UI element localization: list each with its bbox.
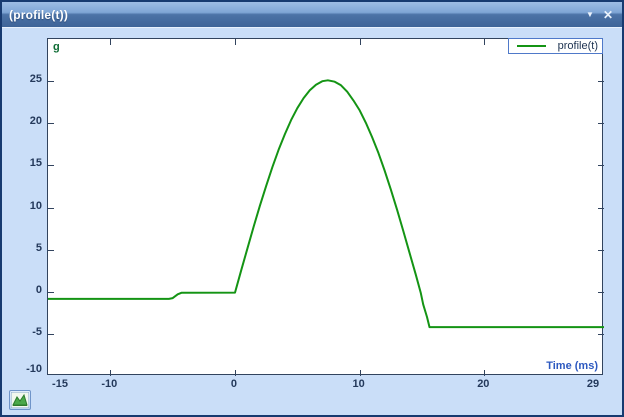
y-tick-label: 15 bbox=[4, 157, 42, 169]
x-tick-label: 0 bbox=[231, 378, 237, 390]
chart-thumbnail-glyph bbox=[11, 392, 29, 408]
profile-curve bbox=[48, 80, 604, 327]
y-tick-label: -5 bbox=[4, 326, 42, 338]
x-tick-label: -15 bbox=[52, 378, 68, 390]
y-tick-label: 0 bbox=[4, 284, 42, 296]
legend: profile(t) bbox=[508, 38, 603, 54]
x-tick-label: -10 bbox=[101, 378, 117, 390]
plot-window: (profile(t)) ▼ ✕ g Time (ms) profile(t) … bbox=[0, 0, 624, 417]
x-axis-label: Time (ms) bbox=[546, 360, 598, 372]
titlebar-controls: ▼ ✕ bbox=[586, 9, 622, 21]
plot-content: g Time (ms) profile(t) -10 -5 0 5 10 15 20 25 -… bbox=[2, 28, 622, 415]
y-tick-label: 10 bbox=[4, 200, 42, 212]
plot-area[interactable]: g Time (ms) profile(t) bbox=[47, 38, 603, 375]
window-titlebar[interactable]: (profile(t)) ▼ ✕ bbox=[2, 2, 622, 28]
close-icon[interactable]: ✕ bbox=[603, 9, 613, 21]
y-axis-unit-label: g bbox=[53, 41, 60, 53]
y-tick-label: 20 bbox=[4, 115, 42, 127]
chart-thumbnail-icon[interactable] bbox=[9, 390, 31, 410]
window-title: (profile(t)) bbox=[2, 8, 68, 22]
dock-menu-chevron-icon[interactable]: ▼ bbox=[586, 11, 594, 19]
legend-line-sample bbox=[517, 45, 546, 47]
y-tick-label: 5 bbox=[4, 242, 42, 254]
x-tick-label: 20 bbox=[477, 378, 489, 390]
chart-canvas bbox=[48, 39, 604, 376]
y-tick-label: 25 bbox=[4, 73, 42, 85]
y-tick-label: -10 bbox=[4, 363, 42, 375]
x-tick-label: 10 bbox=[353, 378, 365, 390]
x-tick-label: 29 bbox=[587, 378, 599, 390]
legend-label: profile(t) bbox=[558, 40, 602, 52]
